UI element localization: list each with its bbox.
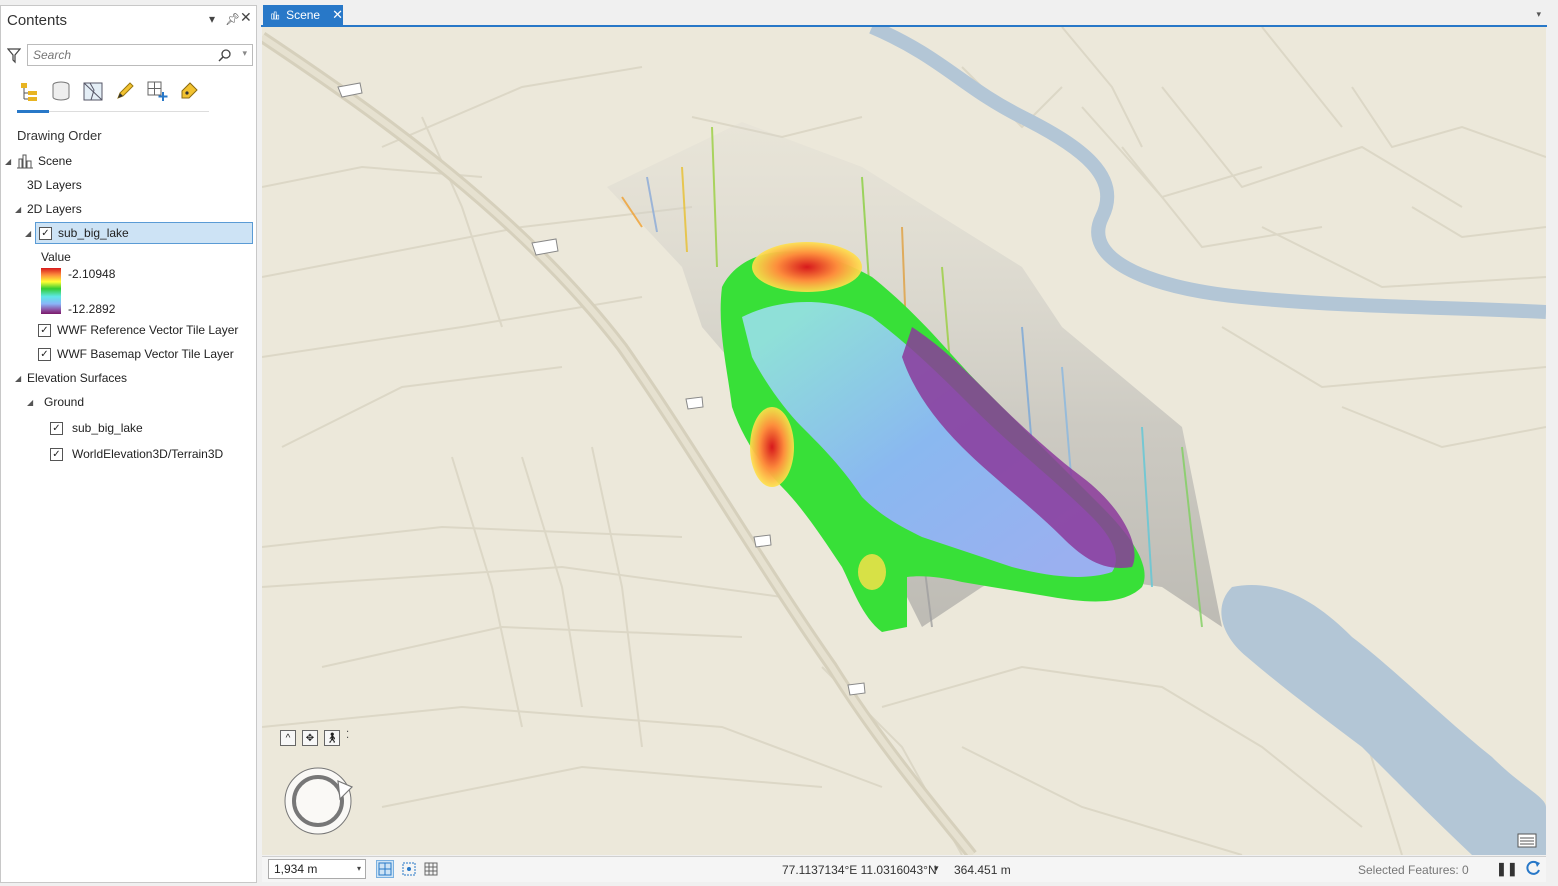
scale-dropdown[interactable]: 1,934 m ▾ — [268, 859, 366, 879]
tree-item-sub-big-lake[interactable]: ✓ sub_big_lake — [35, 222, 253, 244]
tree-item-2d-layers[interactable]: ◢ 2D Layers — [15, 198, 82, 220]
layer-visibility-checkbox[interactable]: ✓ — [38, 347, 51, 361]
scene-view[interactable] — [262, 27, 1546, 855]
legend-low-value: -12.2892 — [68, 302, 116, 316]
refresh-icon[interactable] — [1524, 859, 1542, 877]
map-nav-buttons: ^ ✥ 🚶︎ ⁚ — [280, 730, 349, 746]
list-by-selection-icon[interactable] — [145, 78, 169, 104]
coordinate-readout: 77.1137134°E 11.0316043°N — [782, 863, 937, 877]
collapse-icon[interactable]: ◢ — [27, 398, 37, 407]
layer-visibility-checkbox[interactable]: ✓ — [39, 226, 52, 240]
selected-features-count[interactable]: Selected Features: 0 — [1358, 863, 1469, 877]
scale-value: 1,934 m — [274, 862, 318, 876]
search-icon[interactable] — [218, 48, 232, 62]
status-bar: 1,934 m ▾ 77.1137134°E 11.0316043°N ▾ 36… — [262, 856, 1546, 882]
layer-visibility-checkbox[interactable]: ✓ — [38, 323, 51, 337]
view-tab-bar: Scene ✕ ▾ — [261, 5, 1547, 27]
pane-title: Contents — [7, 12, 68, 29]
filter-icon[interactable] — [7, 48, 21, 64]
tree-item-label: Elevation Surfaces — [27, 371, 128, 385]
list-by-editing-icon[interactable] — [113, 78, 137, 104]
contents-pane: Contents ▾ 📌︎ ✕ ▾ — [0, 5, 257, 883]
legend-high-value: -2.10948 — [68, 267, 116, 281]
navigator-icon[interactable] — [282, 765, 354, 837]
legend-field-label: Value — [41, 250, 71, 264]
full-extent-icon[interactable]: ✥ — [302, 730, 318, 746]
tree-item-sub-big-lake-row: ◢ ✓ sub_big_lake — [25, 222, 253, 244]
close-icon[interactable]: ✕ — [332, 7, 343, 23]
map-canvas[interactable] — [262, 27, 1546, 855]
tree-item-wwf-reference[interactable]: ✓ WWF Reference Vector Tile Layer — [38, 319, 238, 341]
lake-shallow-zone-south — [858, 554, 886, 590]
contents-toolbar — [17, 78, 201, 114]
search-input[interactable] — [28, 45, 208, 65]
scene-icon — [271, 11, 280, 19]
tree-item-label: 3D Layers — [27, 178, 82, 192]
tree-item-wwf-basemap[interactable]: ✓ WWF Basemap Vector Tile Layer — [38, 343, 234, 365]
lake-high-zone-west — [750, 407, 794, 487]
coordinate-format-dropdown-icon[interactable]: ▾ — [934, 863, 939, 874]
elevation-readout: 364.451 m — [954, 863, 1011, 877]
tree-item-elevation-surfaces[interactable]: ◢ Elevation Surfaces — [15, 367, 127, 389]
walk-icon[interactable]: 🚶︎ — [324, 730, 340, 746]
collapse-icon[interactable]: ◢ — [25, 229, 35, 238]
tree-item-3d-layers[interactable]: 3D Layers — [27, 174, 82, 196]
tree-item-label: WorldElevation3D/Terrain3D — [72, 447, 224, 461]
chevron-up-icon[interactable]: ^ — [280, 730, 296, 746]
list-by-type-icon[interactable] — [81, 78, 105, 104]
surface-visibility-checkbox[interactable]: ✓ — [50, 421, 63, 435]
tree-item-world-elevation[interactable]: ✓ WorldElevation3D/Terrain3D — [50, 443, 223, 465]
tab-list-dropdown-icon[interactable]: ▾ — [1536, 9, 1541, 20]
surface-visibility-checkbox[interactable]: ✓ — [50, 447, 63, 461]
legend-color-ramp — [41, 268, 61, 314]
close-icon[interactable]: ✕ — [240, 9, 252, 26]
collapse-icon[interactable]: ◢ — [15, 374, 25, 383]
grid-icon[interactable] — [422, 860, 440, 878]
snapping-icon[interactable] — [376, 860, 394, 878]
tree-item-ground-sub-big-lake[interactable]: ✓ sub_big_lake — [50, 417, 143, 439]
basemap-icon[interactable] — [1516, 830, 1538, 850]
collapse-icon[interactable]: ◢ — [5, 157, 15, 166]
scene-icon — [17, 154, 33, 169]
tree-item-label: WWF Reference Vector Tile Layer — [57, 323, 239, 337]
grid-snap-icon[interactable] — [400, 860, 418, 878]
tree-item-label: sub_big_lake — [58, 226, 129, 240]
pause-drawing-icon[interactable]: ❚❚ — [1496, 861, 1518, 877]
bay — [1221, 585, 1546, 855]
search-field[interactable]: ▾ — [27, 44, 253, 66]
active-tool-indicator — [17, 110, 49, 113]
toolbar-divider — [49, 111, 209, 112]
tab-label: Scene — [286, 8, 321, 22]
search-row: ▾ — [5, 44, 253, 68]
tree-item-label: Scene — [38, 154, 73, 168]
collapse-icon[interactable]: ◢ — [15, 205, 25, 214]
list-by-drawing-order-icon[interactable] — [17, 78, 41, 104]
list-by-data-source-icon[interactable] — [49, 78, 73, 104]
tree-item-label: 2D Layers — [27, 202, 82, 216]
pin-icon[interactable]: 📌︎ — [225, 12, 240, 26]
tree-item-label: sub_big_lake — [72, 421, 143, 435]
section-title: Drawing Order — [17, 128, 102, 143]
tree-item-ground[interactable]: ◢ Ground — [27, 391, 84, 413]
list-by-labeling-icon[interactable] — [177, 78, 201, 104]
lake-high-zone-north — [752, 242, 862, 292]
tree-item-label: WWF Basemap Vector Tile Layer — [57, 347, 234, 361]
dropdown-caret-icon: ▾ — [356, 864, 361, 873]
search-options-icon[interactable]: ▾ — [242, 48, 247, 59]
tab-scene[interactable]: Scene ✕ — [263, 5, 343, 25]
tree-item-label: Ground — [44, 395, 85, 409]
tree-item-scene[interactable]: ◢ Scene — [5, 150, 72, 172]
more-icon[interactable]: ⁚ — [346, 730, 349, 746]
pane-options-icon[interactable]: ▾ — [209, 12, 215, 26]
